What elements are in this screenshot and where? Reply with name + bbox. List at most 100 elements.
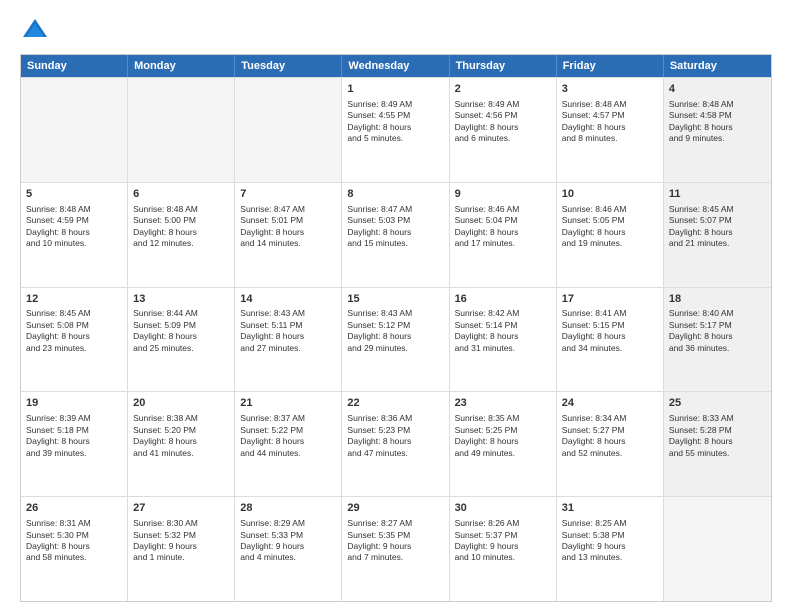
day-number: 22 <box>347 396 443 411</box>
calendar-cell: 3 Sunrise: 8:48 AM Sunset: 4:57 PM Daylig… <box>557 78 664 182</box>
calendar-cell: 17Sunrise: 8:41 AM Sunset: 5:15 PM Dayli… <box>557 288 664 392</box>
calendar-cell: 11 Sunrise: 8:45 AM Sunset: 5:07 PM Dayli… <box>664 183 771 287</box>
day-info: Sunrise: 8:36 AM Sunset: 5:23 PM Dayligh… <box>347 413 443 459</box>
day-number: 3 <box>562 82 658 97</box>
day-number: 24 <box>562 396 658 411</box>
day-number: 15 <box>347 292 443 307</box>
calendar-cell: 20 Sunrise: 8:38 AM Sunset: 5:20 PM Dayli… <box>128 392 235 496</box>
day-info: Sunrise: 8:33 AM Sunset: 5:28 PM Dayligh… <box>669 413 766 459</box>
day-number: 29 <box>347 501 443 516</box>
day-number: 26 <box>26 501 122 516</box>
calendar-cell: 7 Sunrise: 8:47 AM Sunset: 5:01 PM Daylig… <box>235 183 342 287</box>
day-info: Sunrise: 8:48 AM Sunset: 4:59 PM Dayligh… <box>26 204 122 250</box>
day-info: Sunrise: 8:41 AM Sunset: 5:15 PM Dayligh… <box>562 308 658 354</box>
calendar-row: 12Sunrise: 8:45 AM Sunset: 5:08 PM Dayli… <box>21 287 771 392</box>
calendar-cell: 13Sunrise: 8:44 AM Sunset: 5:09 PM Dayli… <box>128 288 235 392</box>
day-info: Sunrise: 8:47 AM Sunset: 5:03 PM Dayligh… <box>347 204 443 250</box>
weekday-header: Wednesday <box>342 55 449 77</box>
day-info: Sunrise: 8:48 AM Sunset: 4:57 PM Dayligh… <box>562 99 658 145</box>
calendar-cell: 4 Sunrise: 8:48 AM Sunset: 4:58 PM Daylig… <box>664 78 771 182</box>
day-number: 18 <box>669 292 766 307</box>
calendar-cell: 29 Sunrise: 8:27 AM Sunset: 5:35 PM Dayli… <box>342 497 449 601</box>
weekday-header: Tuesday <box>235 55 342 77</box>
calendar-cell: 19Sunrise: 8:39 AM Sunset: 5:18 PM Dayli… <box>21 392 128 496</box>
calendar-cell: 15Sunrise: 8:43 AM Sunset: 5:12 PM Dayli… <box>342 288 449 392</box>
day-info: Sunrise: 8:45 AM Sunset: 5:07 PM Dayligh… <box>669 204 766 250</box>
calendar-cell: 8 Sunrise: 8:47 AM Sunset: 5:03 PM Daylig… <box>342 183 449 287</box>
logo <box>20 16 54 46</box>
weekday-header: Thursday <box>450 55 557 77</box>
calendar-cell: 31 Sunrise: 8:25 AM Sunset: 5:38 PM Dayli… <box>557 497 664 601</box>
calendar-header: SundayMondayTuesdayWednesdayThursdayFrid… <box>21 55 771 77</box>
logo-icon <box>20 16 50 46</box>
day-number: 5 <box>26 187 122 202</box>
day-info: Sunrise: 8:27 AM Sunset: 5:35 PM Dayligh… <box>347 518 443 564</box>
day-info: Sunrise: 8:25 AM Sunset: 5:38 PM Dayligh… <box>562 518 658 564</box>
day-number: 17 <box>562 292 658 307</box>
page-header <box>20 16 772 46</box>
day-info: Sunrise: 8:38 AM Sunset: 5:20 PM Dayligh… <box>133 413 229 459</box>
calendar-cell <box>235 78 342 182</box>
weekday-header: Monday <box>128 55 235 77</box>
day-info: Sunrise: 8:37 AM Sunset: 5:22 PM Dayligh… <box>240 413 336 459</box>
calendar-cell: 26Sunrise: 8:31 AM Sunset: 5:30 PM Dayli… <box>21 497 128 601</box>
day-info: Sunrise: 8:42 AM Sunset: 5:14 PM Dayligh… <box>455 308 551 354</box>
weekday-header: Sunday <box>21 55 128 77</box>
day-number: 16 <box>455 292 551 307</box>
calendar-cell: 25 Sunrise: 8:33 AM Sunset: 5:28 PM Dayli… <box>664 392 771 496</box>
day-number: 11 <box>669 187 766 202</box>
day-number: 20 <box>133 396 229 411</box>
calendar-row: 1 Sunrise: 8:49 AM Sunset: 4:55 PM Daylig… <box>21 77 771 182</box>
calendar-cell: 12Sunrise: 8:45 AM Sunset: 5:08 PM Dayli… <box>21 288 128 392</box>
day-info: Sunrise: 8:29 AM Sunset: 5:33 PM Dayligh… <box>240 518 336 564</box>
calendar-cell: 18Sunrise: 8:40 AM Sunset: 5:17 PM Dayli… <box>664 288 771 392</box>
day-number: 31 <box>562 501 658 516</box>
calendar-row: 26Sunrise: 8:31 AM Sunset: 5:30 PM Dayli… <box>21 496 771 601</box>
day-info: Sunrise: 8:44 AM Sunset: 5:09 PM Dayligh… <box>133 308 229 354</box>
calendar-cell: 5 Sunrise: 8:48 AM Sunset: 4:59 PM Daylig… <box>21 183 128 287</box>
day-number: 27 <box>133 501 229 516</box>
weekday-header: Saturday <box>664 55 771 77</box>
day-number: 14 <box>240 292 336 307</box>
calendar-cell: 28 Sunrise: 8:29 AM Sunset: 5:33 PM Dayli… <box>235 497 342 601</box>
calendar-cell: 1 Sunrise: 8:49 AM Sunset: 4:55 PM Daylig… <box>342 78 449 182</box>
day-number: 1 <box>347 82 443 97</box>
day-info: Sunrise: 8:34 AM Sunset: 5:27 PM Dayligh… <box>562 413 658 459</box>
calendar-body: 1 Sunrise: 8:49 AM Sunset: 4:55 PM Daylig… <box>21 77 771 601</box>
calendar-cell <box>664 497 771 601</box>
calendar-cell: 9Sunrise: 8:46 AM Sunset: 5:04 PM Daylig… <box>450 183 557 287</box>
weekday-header: Friday <box>557 55 664 77</box>
day-info: Sunrise: 8:49 AM Sunset: 4:56 PM Dayligh… <box>455 99 551 145</box>
day-number: 10 <box>562 187 658 202</box>
day-number: 9 <box>455 187 551 202</box>
day-number: 12 <box>26 292 122 307</box>
day-info: Sunrise: 8:48 AM Sunset: 4:58 PM Dayligh… <box>669 99 766 145</box>
calendar-row: 5 Sunrise: 8:48 AM Sunset: 4:59 PM Daylig… <box>21 182 771 287</box>
day-info: Sunrise: 8:49 AM Sunset: 4:55 PM Dayligh… <box>347 99 443 145</box>
calendar-cell: 10 Sunrise: 8:46 AM Sunset: 5:05 PM Dayli… <box>557 183 664 287</box>
day-number: 6 <box>133 187 229 202</box>
day-number: 2 <box>455 82 551 97</box>
day-info: Sunrise: 8:46 AM Sunset: 5:05 PM Dayligh… <box>562 204 658 250</box>
calendar-cell: 14Sunrise: 8:43 AM Sunset: 5:11 PM Dayli… <box>235 288 342 392</box>
calendar-cell: 30Sunrise: 8:26 AM Sunset: 5:37 PM Dayli… <box>450 497 557 601</box>
calendar: SundayMondayTuesdayWednesdayThursdayFrid… <box>20 54 772 602</box>
day-number: 8 <box>347 187 443 202</box>
day-number: 4 <box>669 82 766 97</box>
day-info: Sunrise: 8:26 AM Sunset: 5:37 PM Dayligh… <box>455 518 551 564</box>
day-info: Sunrise: 8:35 AM Sunset: 5:25 PM Dayligh… <box>455 413 551 459</box>
calendar-cell <box>21 78 128 182</box>
calendar-cell: 21 Sunrise: 8:37 AM Sunset: 5:22 PM Dayli… <box>235 392 342 496</box>
day-info: Sunrise: 8:48 AM Sunset: 5:00 PM Dayligh… <box>133 204 229 250</box>
day-number: 7 <box>240 187 336 202</box>
calendar-cell: 2 Sunrise: 8:49 AM Sunset: 4:56 PM Daylig… <box>450 78 557 182</box>
calendar-cell: 22 Sunrise: 8:36 AM Sunset: 5:23 PM Dayli… <box>342 392 449 496</box>
calendar-cell: 16Sunrise: 8:42 AM Sunset: 5:14 PM Dayli… <box>450 288 557 392</box>
day-number: 28 <box>240 501 336 516</box>
day-info: Sunrise: 8:47 AM Sunset: 5:01 PM Dayligh… <box>240 204 336 250</box>
calendar-cell: 27 Sunrise: 8:30 AM Sunset: 5:32 PM Dayli… <box>128 497 235 601</box>
day-number: 21 <box>240 396 336 411</box>
day-info: Sunrise: 8:40 AM Sunset: 5:17 PM Dayligh… <box>669 308 766 354</box>
day-info: Sunrise: 8:30 AM Sunset: 5:32 PM Dayligh… <box>133 518 229 564</box>
day-number: 25 <box>669 396 766 411</box>
